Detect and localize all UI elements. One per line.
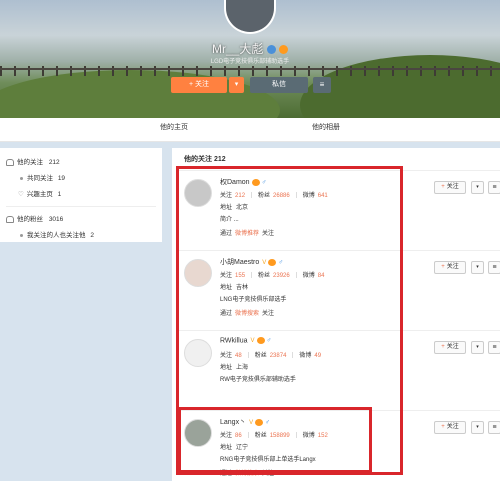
profile-banner: Mr__大彪 LGD电子竞技俱乐部辅助选手 + 关注 ▾ 私信 ≡: [0, 0, 500, 118]
follow-dropdown-button[interactable]: ▾: [229, 77, 244, 93]
sidebar-item-common-following[interactable]: 共同关注 19: [20, 172, 65, 182]
tab-home[interactable]: 他的主页: [160, 118, 188, 138]
bullet-icon: [20, 233, 23, 237]
follow-button[interactable]: + 关注: [434, 341, 466, 354]
message-button[interactable]: 私信: [250, 77, 308, 93]
more-menu-button[interactable]: ≡: [488, 261, 500, 274]
more-menu-button[interactable]: ≡: [313, 77, 331, 93]
follow-button[interactable]: + 关注: [171, 77, 227, 93]
member-icon: [279, 45, 289, 55]
following-list-title: 他的关注 212: [184, 156, 226, 163]
sidebar-item-interest-pages[interactable]: ♡ 兴趣主页 1: [18, 188, 61, 198]
more-menu-button[interactable]: ≡: [488, 181, 500, 194]
verified-icon: [266, 45, 276, 55]
sidebar-item-following[interactable]: 他的关注 212: [6, 156, 60, 166]
people-icon: [6, 158, 14, 166]
sidebar-divider: [6, 206, 156, 207]
sidebar-item-fans[interactable]: 他的粉丝 3016: [6, 213, 63, 223]
profile-avatar[interactable]: [224, 0, 276, 34]
bullet-icon: [20, 176, 23, 180]
follow-dropdown-button[interactable]: ▾: [471, 341, 484, 354]
profile-bio: LGD电子竞技俱乐部辅助选手: [210, 59, 290, 65]
follow-dropdown-button[interactable]: ▾: [471, 421, 484, 434]
more-menu-button[interactable]: ≡: [488, 341, 500, 354]
tab-album[interactable]: 他的相册: [312, 118, 340, 138]
banner-fence-rail: [0, 68, 500, 70]
profile-name-text: Mr__大彪: [211, 42, 264, 56]
highlight-box: [178, 407, 372, 473]
more-menu-button[interactable]: ≡: [488, 421, 500, 434]
follow-button[interactable]: + 关注: [434, 421, 466, 434]
profile-tab-bar: 他的主页 他的相册: [0, 118, 500, 142]
follow-button[interactable]: + 关注: [434, 261, 466, 274]
heart-icon: ♡: [18, 191, 24, 198]
sidebar-item-mutual-fans[interactable]: 我关注的人也关注他 2: [20, 229, 94, 239]
sidebar: 他的关注 212 共同关注 19 ♡ 兴趣主页 1 他的粉丝 3016 我关注的人…: [0, 148, 162, 242]
follow-button[interactable]: + 关注: [434, 181, 466, 194]
follow-dropdown-button[interactable]: ▾: [471, 261, 484, 274]
people-icon: [6, 215, 14, 223]
follow-dropdown-button[interactable]: ▾: [471, 181, 484, 194]
profile-username: Mr__大彪: [0, 40, 500, 57]
